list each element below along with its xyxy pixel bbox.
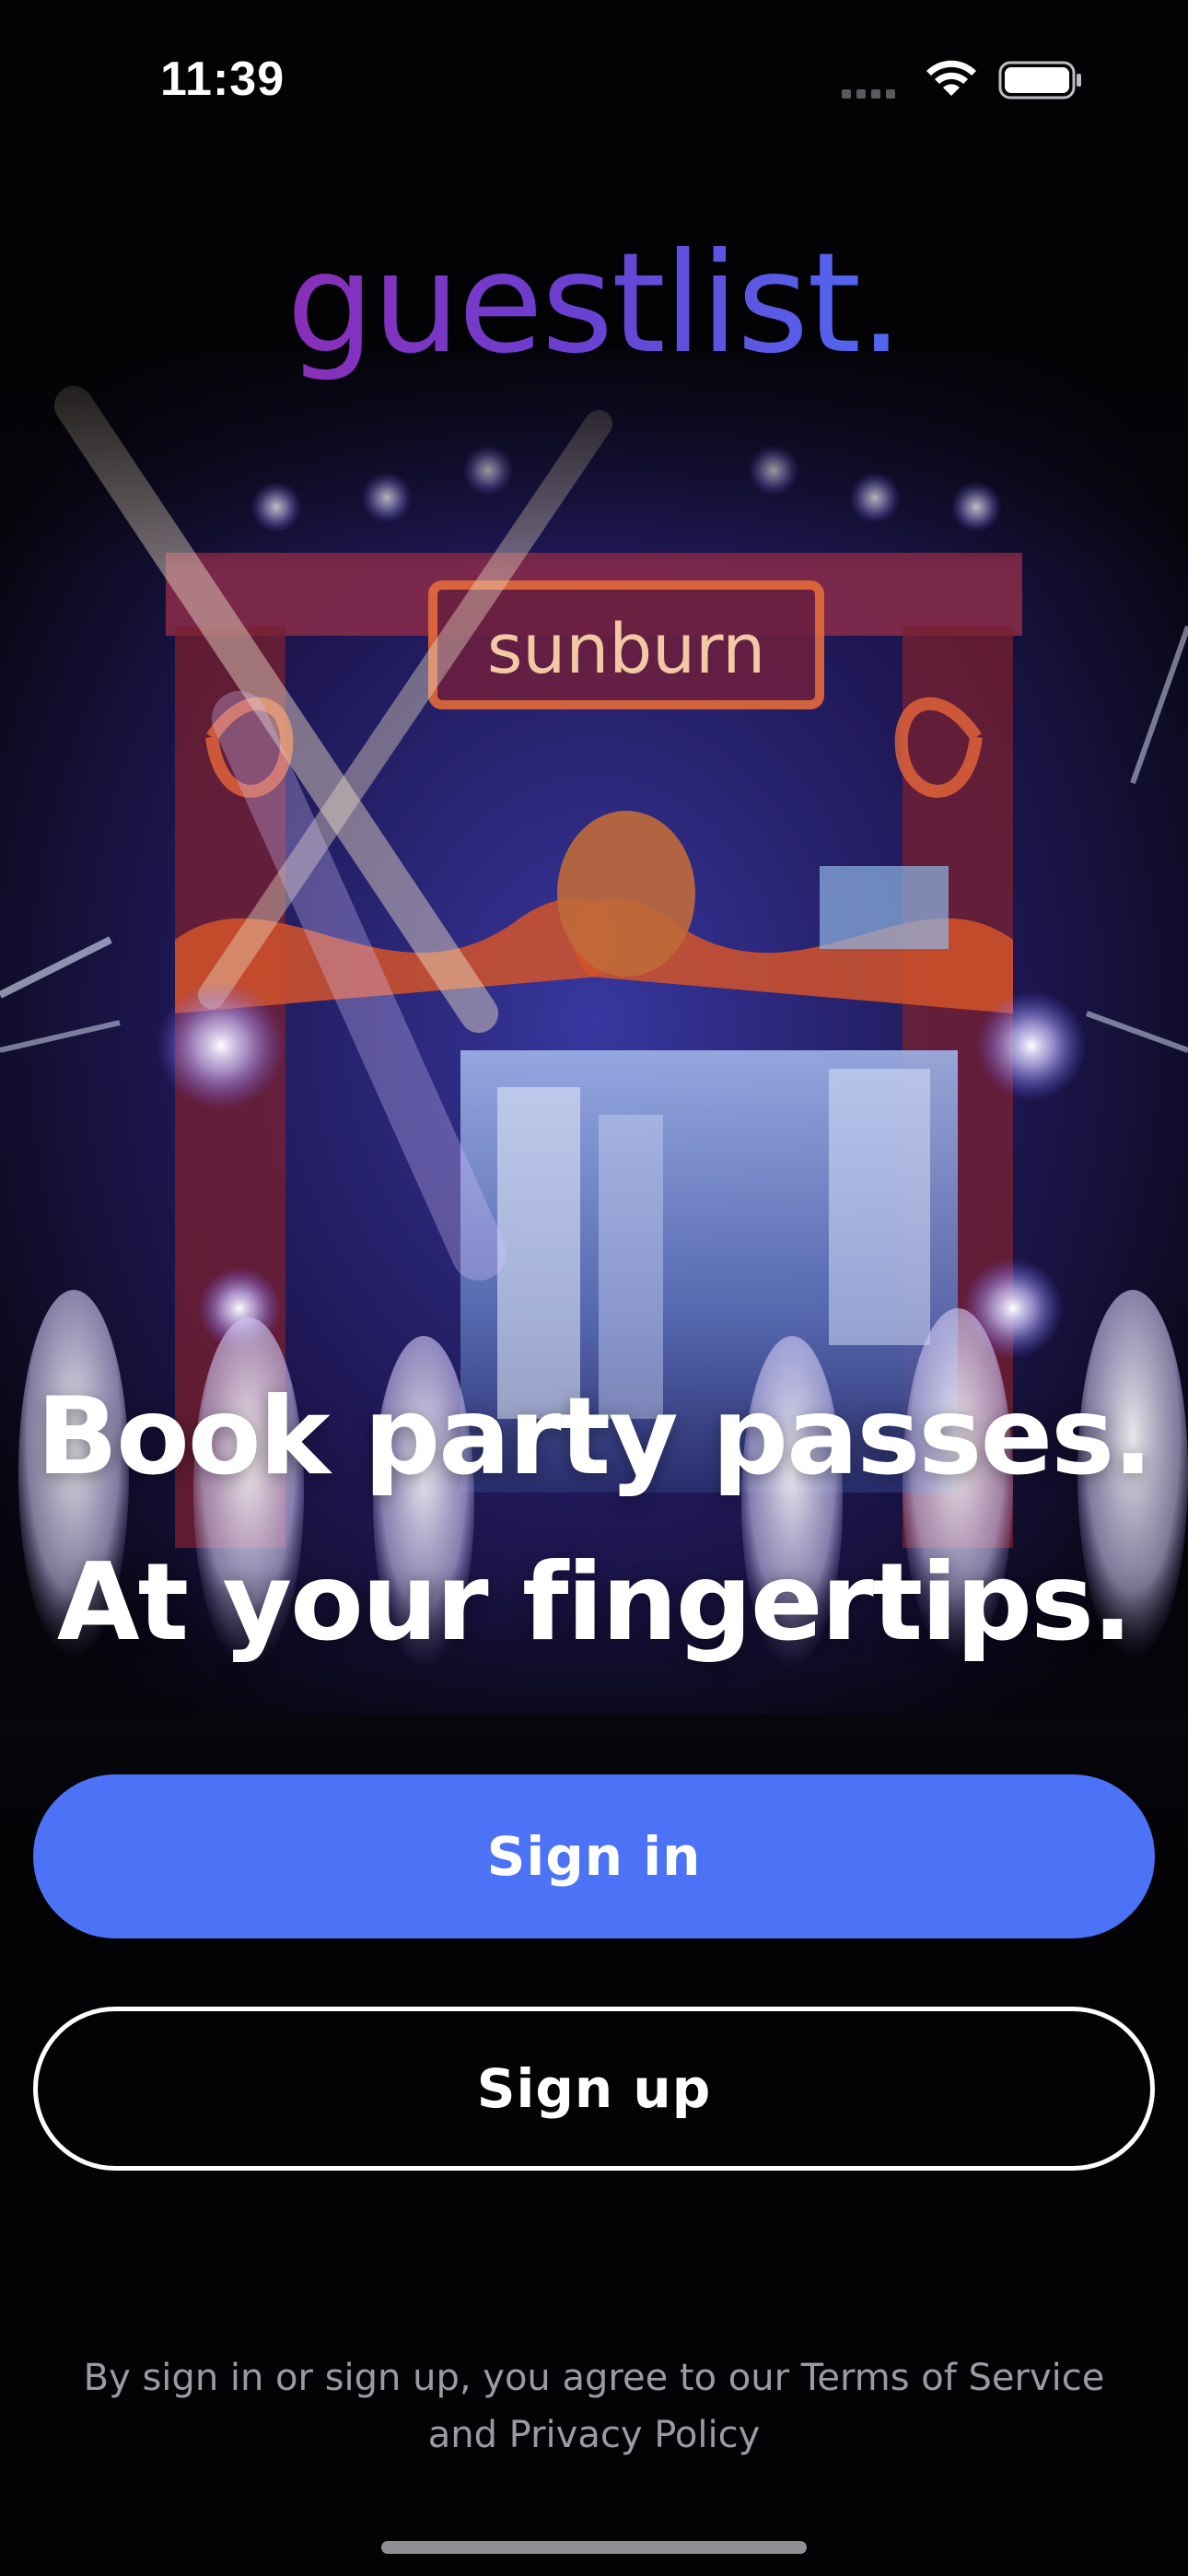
- logo-text: guestlist.: [286, 224, 903, 384]
- headline-line-2: At your fingertips.: [56, 1540, 1133, 1665]
- battery-icon: [998, 61, 1081, 100]
- cellular-signal-icon: [842, 87, 903, 99]
- sign-in-button[interactable]: Sign in: [33, 1774, 1155, 1938]
- svg-text:sunburn: sunburn: [487, 610, 765, 689]
- legal-disclaimer: By sign in or sign up, you agree to our …: [0, 2349, 1188, 2464]
- status-bar: 11:39: [0, 0, 1188, 157]
- app-logo: guestlist.: [0, 221, 1188, 387]
- legal-line-2: and Privacy Policy: [427, 2414, 761, 2456]
- welcome-screen: sunburn 11:39 guestlist. Book party pass…: [0, 0, 1188, 2576]
- status-time: 11:39: [160, 53, 285, 106]
- headline-line-1: Book party passes.: [36, 1375, 1154, 1499]
- home-indicator[interactable]: [381, 2541, 807, 2554]
- sign-in-label: Sign in: [486, 1825, 702, 1888]
- legal-line-1: By sign in or sign up, you agree to our …: [83, 2357, 1105, 2399]
- sign-up-button[interactable]: Sign up: [33, 2007, 1155, 2171]
- sign-up-label: Sign up: [476, 2057, 712, 2120]
- wifi-icon: [926, 60, 976, 96]
- hero-headline: Book party passes. At your fingertips.: [0, 1354, 1188, 1686]
